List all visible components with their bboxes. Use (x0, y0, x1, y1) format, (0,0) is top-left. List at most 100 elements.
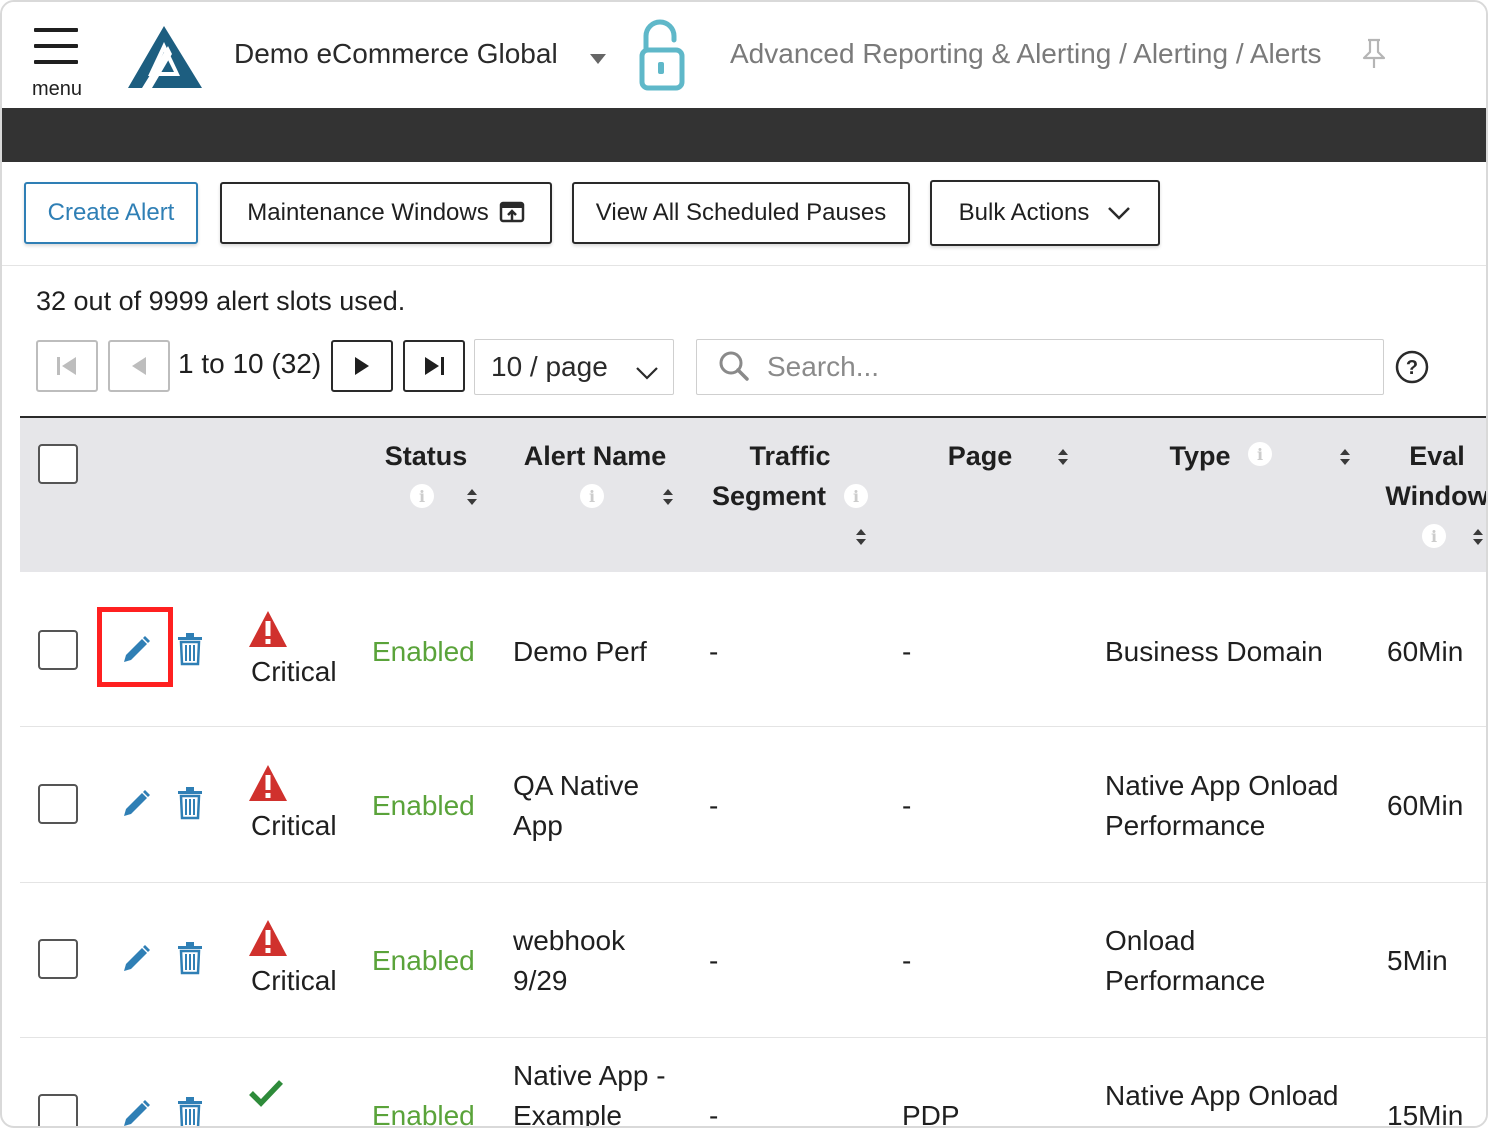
trash-icon[interactable] (176, 632, 204, 671)
column-alert-name[interactable]: Alert Name (512, 436, 678, 476)
alert-name-line2: Example (513, 1100, 622, 1128)
previous-page-button[interactable] (108, 340, 170, 392)
alert-type: Onload (1105, 925, 1196, 956)
alert-name: QA Native (513, 770, 640, 801)
row-checkbox[interactable] (38, 1094, 78, 1126)
last-page-button[interactable] (403, 340, 465, 392)
page-value: - (902, 790, 912, 821)
menu-button[interactable]: menu (32, 28, 83, 100)
page-value: - (902, 945, 912, 976)
row-checkbox[interactable] (38, 630, 78, 670)
edit-pencil-icon[interactable] (120, 943, 152, 980)
traffic-segment: - (709, 1100, 719, 1128)
alert-type: Business Domain (1105, 636, 1323, 667)
trash-icon[interactable] (176, 1096, 204, 1126)
first-page-button[interactable] (36, 340, 98, 392)
view-scheduled-pauses-button[interactable]: View All Scheduled Pauses (572, 182, 910, 244)
row-checkbox[interactable] (38, 939, 78, 979)
search-icon (718, 350, 750, 387)
alert-name: webhook (513, 925, 626, 956)
eval-window: 60Min (1387, 636, 1464, 667)
traffic-segment-sort-icon[interactable] (855, 528, 867, 551)
eval-window: 5Min (1387, 945, 1448, 976)
unlock-icon[interactable] (636, 18, 686, 97)
status-badge: Enabled (372, 945, 475, 976)
traffic-segment: - (709, 790, 719, 821)
status-badge: Enabled (372, 1100, 475, 1128)
trash-icon[interactable] (176, 786, 204, 825)
severity-label: Critical (251, 965, 337, 996)
critical-warning-icon (248, 919, 288, 962)
severity-label: Critical (251, 810, 337, 841)
brand-logo-icon[interactable] (128, 26, 202, 95)
alert-name: Native App - (513, 1060, 666, 1091)
eval-window-info-icon[interactable]: i (1422, 524, 1446, 548)
alerts-toolbar: Create Alert Maintenance Windows View Al… (2, 162, 1486, 266)
alert-name-info-icon[interactable]: i (580, 484, 604, 508)
alert-type-line2: Performance (1105, 810, 1266, 841)
edit-pencil-icon[interactable] (120, 788, 152, 825)
eval-window: 15Min (1387, 1100, 1464, 1128)
next-page-button[interactable] (331, 340, 393, 392)
breadcrumb: Advanced Reporting & Alerting / Alerting… (730, 38, 1322, 69)
table-row: Critical Enabled Demo Perf - - Business … (20, 572, 1486, 727)
table-header: Status i Alert Name i Traffic Segment i … (20, 416, 1486, 572)
critical-warning-icon (248, 764, 288, 807)
alert-slots-usage: 32 out of 9999 alert slots used. (36, 286, 406, 316)
eval-window-sort-icon[interactable] (1472, 528, 1484, 551)
table-row: Critical Enabled webhook 9/29 - - Onload… (20, 883, 1486, 1038)
edit-pencil-icon[interactable] (120, 1098, 152, 1126)
status-info-icon[interactable]: i (410, 484, 434, 508)
column-page[interactable]: Page (938, 436, 1022, 476)
table-row: Critical Enabled QA Native App - - Nativ… (20, 728, 1486, 883)
severity-label: Critical (251, 656, 337, 687)
eval-window: 60Min (1387, 790, 1464, 821)
type-sort-icon[interactable] (1339, 448, 1351, 471)
pin-icon[interactable] (1360, 38, 1388, 75)
alert-name-line2: 9/29 (513, 965, 568, 996)
select-all-checkbox[interactable] (38, 444, 78, 484)
alert-type-line2: Performance (1105, 965, 1266, 996)
help-icon[interactable]: ? (1395, 350, 1429, 389)
alert-name: Demo Perf (513, 636, 647, 667)
bulk-actions-dropdown[interactable]: Bulk Actions (930, 180, 1160, 246)
traffic-segment-info-icon[interactable]: i (844, 484, 868, 508)
page-value: - (902, 636, 912, 667)
type-info-icon[interactable]: i (1248, 442, 1272, 466)
checkmark-icon (248, 1078, 284, 1113)
traffic-segment: - (709, 945, 719, 976)
column-window[interactable]: Window (1384, 476, 1486, 516)
status-badge: Enabled (372, 636, 475, 667)
status-badge: Enabled (372, 790, 475, 821)
trash-icon[interactable] (176, 941, 204, 980)
critical-warning-icon (248, 610, 288, 653)
org-name[interactable]: Demo eCommerce Global (234, 38, 558, 70)
table-row: Enabled Native App - Example - PDP Nativ… (20, 1038, 1486, 1128)
row-checkbox[interactable] (38, 784, 78, 824)
page-sort-icon[interactable] (1057, 448, 1069, 471)
column-type[interactable]: Type (1160, 436, 1240, 476)
column-traffic[interactable]: Traffic (720, 436, 860, 476)
column-eval[interactable]: Eval (1394, 436, 1480, 476)
column-status[interactable]: Status (370, 436, 482, 476)
menu-label: menu (32, 78, 83, 100)
org-dropdown-chevron-icon[interactable] (590, 54, 606, 64)
create-alert-button[interactable]: Create Alert (24, 182, 198, 244)
header-band (2, 108, 1486, 162)
app-frame: menu Demo eCommerce Global Advanced Repo… (0, 0, 1488, 1128)
page-size-select[interactable]: 10 / page (474, 339, 674, 395)
search-input[interactable] (696, 339, 1384, 395)
chevron-down-icon (1107, 205, 1131, 221)
maintenance-windows-button[interactable]: Maintenance Windows (220, 182, 552, 244)
status-sort-icon[interactable] (466, 488, 478, 511)
alert-type: Native App Onload (1105, 770, 1339, 801)
page-range: 1 to 10 (32) (178, 348, 322, 379)
column-segment[interactable]: Segment (706, 476, 832, 516)
page-value: PDP (902, 1100, 960, 1128)
alert-type: Native App Onload (1105, 1080, 1339, 1111)
top-header: menu Demo eCommerce Global Advanced Repo… (2, 2, 1486, 108)
alert-name-line2: App (513, 810, 563, 841)
alert-name-sort-icon[interactable] (662, 488, 674, 511)
traffic-segment: - (709, 636, 719, 667)
edit-pencil-icon[interactable] (120, 634, 152, 671)
